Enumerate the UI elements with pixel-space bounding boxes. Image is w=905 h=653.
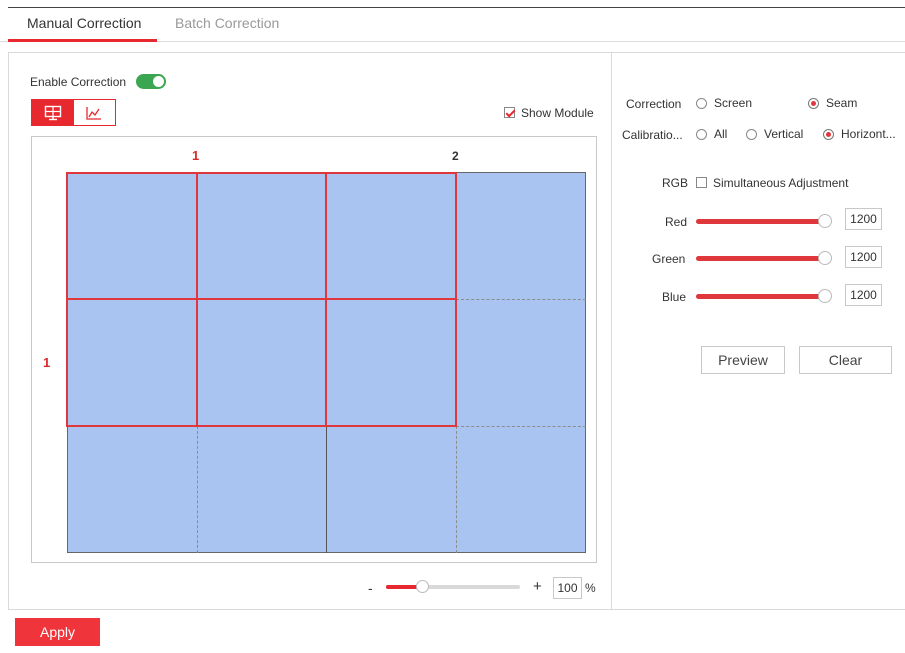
column-label-1: 1: [192, 148, 200, 163]
calibration-all-radio[interactable]: [696, 129, 707, 140]
simultaneous-adjustment-label: Simultaneous Adjustment: [713, 176, 849, 190]
calibration-horizontal-label: Horizont...: [841, 127, 896, 141]
calibration-vertical-radio[interactable]: [746, 129, 757, 140]
blue-value-input[interactable]: 1200: [845, 284, 882, 306]
module-cell[interactable]: [66, 298, 198, 427]
view-mode-switch: [31, 99, 116, 126]
tab-bar: Manual Correction Batch Correction: [0, 0, 905, 42]
green-slider-handle[interactable]: [818, 251, 832, 265]
red-value-input[interactable]: 1200: [845, 208, 882, 230]
grid-line: [456, 299, 586, 300]
zoom-out-button[interactable]: -: [368, 580, 373, 596]
panel-divider: [611, 52, 612, 610]
zoom-in-button[interactable]: +: [533, 578, 542, 595]
clear-button[interactable]: Clear: [799, 346, 892, 374]
green-slider-fill: [696, 256, 825, 261]
zoom-unit: %: [585, 581, 596, 595]
grid-view-button[interactable]: [32, 100, 74, 125]
module-cell[interactable]: [325, 172, 457, 300]
grid-view-icon: [44, 105, 61, 120]
red-slider-fill: [696, 219, 825, 224]
correction-screen-label: Screen: [714, 96, 753, 110]
simultaneous-adjustment-checkbox[interactable]: [696, 177, 707, 188]
tab-batch-correction[interactable]: Batch Correction: [175, 15, 279, 31]
preview-button[interactable]: Preview: [701, 346, 785, 374]
module-cell[interactable]: [66, 172, 198, 300]
tab-manual-correction[interactable]: Manual Correction: [27, 15, 141, 31]
row-label-1: 1: [43, 355, 51, 370]
column-label-2: 2: [452, 149, 459, 163]
correction-seam-radio[interactable]: [808, 98, 819, 109]
blue-slider-handle[interactable]: [818, 289, 832, 303]
calibration-all-label: All: [714, 127, 728, 141]
module-cell[interactable]: [196, 298, 327, 427]
grid-line: [456, 426, 457, 553]
correction-label: Correction: [626, 97, 682, 111]
rgb-label: RGB: [662, 176, 689, 190]
correction-screen-radio[interactable]: [696, 98, 707, 109]
top-divider: [8, 7, 905, 8]
red-slider[interactable]: [696, 214, 832, 228]
module-cell[interactable]: [196, 172, 327, 300]
toggle-knob: [153, 76, 164, 87]
enable-correction-label: Enable Correction: [30, 75, 127, 89]
blue-slider-fill: [696, 294, 825, 299]
zoom-slider[interactable]: [386, 580, 520, 593]
green-value-input[interactable]: 1200: [845, 246, 882, 268]
grid-line: [197, 426, 198, 553]
blue-slider[interactable]: [696, 289, 832, 303]
blue-label: Blue: [662, 290, 687, 304]
apply-button[interactable]: Apply: [15, 618, 100, 646]
correction-seam-label: Seam: [826, 96, 858, 110]
grid-line: [326, 426, 327, 553]
module-cell[interactable]: [325, 298, 457, 427]
enable-correction-toggle[interactable]: [136, 74, 166, 89]
calibration-vertical-label: Vertical: [764, 127, 804, 141]
curve-view-button[interactable]: [74, 100, 116, 125]
green-slider[interactable]: [696, 251, 832, 265]
calibration-label: Calibratio...: [622, 128, 683, 142]
show-module-checkbox[interactable]: [504, 107, 515, 118]
calibration-horizontal-radio[interactable]: [823, 129, 834, 140]
red-label: Red: [665, 215, 688, 229]
show-module-label: Show Module: [521, 106, 594, 120]
grid-line: [456, 426, 586, 427]
curve-view-icon: [86, 106, 102, 120]
red-slider-handle[interactable]: [818, 214, 832, 228]
green-label: Green: [652, 252, 686, 266]
zoom-value-input[interactable]: 100: [553, 577, 582, 599]
active-tab-indicator: [8, 39, 157, 42]
